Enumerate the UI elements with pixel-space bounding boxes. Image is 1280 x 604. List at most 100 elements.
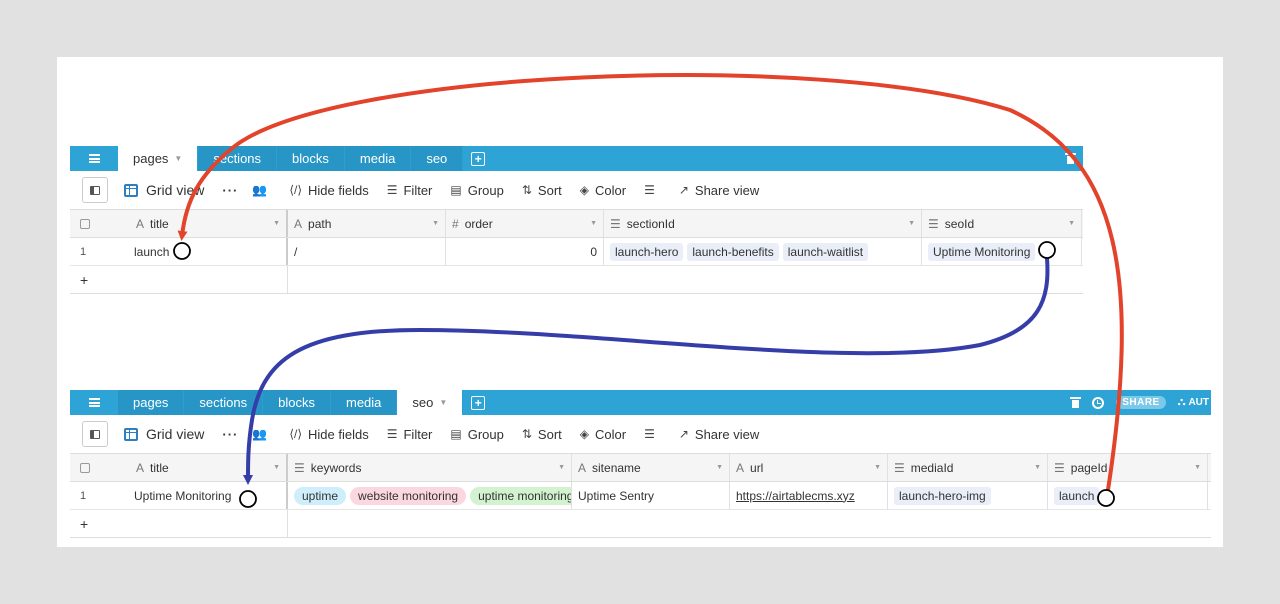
sort-button[interactable]: ⇅ Sort — [522, 427, 562, 442]
chevron-down-icon[interactable]: ▼ — [174, 154, 182, 163]
group-button[interactable]: ▤ Group — [450, 427, 503, 442]
mediaid-cell[interactable]: launch-hero-img — [888, 482, 1048, 509]
keyword-tag[interactable]: website monitoring — [350, 486, 467, 505]
chevron-down-icon[interactable]: ▼ — [558, 464, 565, 471]
chevron-down-icon[interactable]: ▼ — [908, 220, 915, 227]
tab-media[interactable]: media — [330, 390, 398, 415]
menu-icon[interactable] — [70, 390, 118, 415]
keyword-tag[interactable]: uptime monitoring — [470, 486, 571, 505]
more-options-icon[interactable]: ··· — [222, 183, 238, 198]
chevron-down-icon[interactable]: ▼ — [1068, 220, 1075, 227]
linked-record-chip[interactable]: launch-waitlist — [782, 242, 869, 261]
chevron-down-icon[interactable]: ▼ — [273, 464, 280, 471]
title-cell[interactable]: launch — [130, 238, 288, 265]
tab-blocks[interactable]: blocks — [263, 390, 331, 415]
column-header-pageid[interactable]: ☰ pageId ▼ — [1048, 454, 1208, 481]
select-all-cell[interactable] — [70, 454, 130, 481]
column-header-order[interactable]: # order ▼ — [446, 210, 604, 237]
url-link[interactable]: https://airtablecms.xyz — [736, 489, 855, 503]
linked-record-chip[interactable]: launch-hero-img — [894, 486, 991, 505]
tab-pages[interactable]: pages ▼ — [118, 146, 199, 171]
add-table-icon[interactable]: + — [471, 151, 486, 166]
tab-sections[interactable]: sections — [198, 146, 278, 171]
chevron-down-icon[interactable]: ▼ — [439, 398, 447, 407]
group-button[interactable]: ▤ Group — [450, 183, 503, 198]
column-header-keywords[interactable]: ☰ keywords ▼ — [288, 454, 572, 481]
tab-seo[interactable]: seo ▼ — [397, 390, 464, 415]
table-row[interactable]: 1 launch / 0 launch-hero launch-benefits… — [70, 238, 1083, 266]
add-row[interactable]: + — [70, 510, 1211, 538]
keyword-tag[interactable]: uptime — [294, 486, 347, 505]
linked-record-chip[interactable]: launch-hero — [610, 242, 684, 261]
chevron-down-icon[interactable]: ▼ — [1034, 464, 1041, 471]
view-switcher[interactable]: Grid view — [124, 426, 204, 442]
url-cell[interactable]: https://airtablecms.xyz — [730, 482, 888, 509]
sectionid-cell[interactable]: launch-hero launch-benefits launch-waitl… — [604, 238, 922, 265]
share-view-button[interactable]: ↗ Share view — [679, 427, 759, 442]
collaborators-icon[interactable]: 👥 — [252, 427, 267, 441]
button-label: Sort — [537, 182, 562, 198]
tab-media[interactable]: media — [344, 146, 412, 171]
column-header-title[interactable]: Atitle ▼ — [130, 454, 288, 481]
header-row: Atitle ▼ Apath ▼ # order ▼ ☰ sectionId ▼ ☰ seoI… — [70, 210, 1083, 238]
row-height-button[interactable]: ☰ — [644, 427, 661, 441]
keywords-cell[interactable]: uptime website monitoring uptime monitor… — [288, 482, 572, 509]
column-header-mediaid[interactable]: ☰ mediaId ▼ — [888, 454, 1048, 481]
menu-icon[interactable] — [70, 146, 118, 171]
sort-button[interactable]: ⇅ Sort — [522, 183, 562, 198]
add-table-icon[interactable]: + — [471, 395, 486, 410]
column-header-sitename[interactable]: Asitename ▼ — [572, 454, 730, 481]
checkbox[interactable] — [80, 218, 90, 229]
linked-record-chip[interactable]: launch-benefits — [687, 242, 779, 261]
checkbox[interactable] — [80, 462, 90, 473]
table-row[interactable]: 1 Uptime Monitoring uptime website monit… — [70, 482, 1211, 510]
seoid-cell[interactable]: Uptime Monitoring — [922, 238, 1082, 265]
automations-button[interactable]: ⛬ AUT — [1178, 396, 1209, 409]
column-header-title[interactable]: Atitle ▼ — [130, 210, 288, 237]
color-button[interactable]: ◈ Color — [580, 427, 626, 442]
add-row-button[interactable]: + — [70, 510, 288, 537]
row-height-button[interactable]: ☰ — [644, 183, 661, 197]
title-cell[interactable]: Uptime Monitoring — [130, 482, 288, 509]
pageid-cell[interactable]: launch — [1048, 482, 1208, 509]
filter-button[interactable]: ☰ Filter — [387, 427, 433, 442]
sidebar-toggle-button[interactable] — [82, 177, 108, 203]
share-button[interactable]: SHARE — [1116, 396, 1166, 409]
path-cell[interactable]: / — [288, 238, 446, 265]
tab-seo[interactable]: seo — [411, 146, 464, 171]
color-button[interactable]: ◈ Color — [580, 183, 626, 198]
hide-fields-button[interactable]: ⟨/⟩ Hide fields — [289, 427, 368, 442]
group-icon: ▤ — [450, 183, 462, 197]
linked-record-chip[interactable]: Uptime Monitoring — [928, 242, 1036, 261]
filter-button[interactable]: ☰ Filter — [387, 183, 433, 198]
hide-fields-button[interactable]: ⟨/⟩ Hide fields — [289, 183, 368, 198]
trash-icon[interactable] — [1070, 397, 1082, 408]
column-header-sectionid[interactable]: ☰ sectionId ▼ — [604, 210, 922, 237]
order-cell[interactable]: 0 — [446, 238, 604, 265]
history-icon[interactable] — [1092, 396, 1105, 409]
collaborators-icon[interactable]: 👥 — [252, 183, 267, 197]
more-options-icon[interactable]: ··· — [222, 427, 238, 442]
column-header-path[interactable]: Apath ▼ — [288, 210, 446, 237]
share-view-button[interactable]: ↗ Share view — [679, 183, 759, 198]
sitename-cell[interactable]: Uptime Sentry — [572, 482, 730, 509]
chevron-down-icon[interactable]: ▼ — [716, 464, 723, 471]
tab-pages[interactable]: pages — [118, 390, 185, 415]
tab-sections[interactable]: sections — [184, 390, 264, 415]
sidebar-toggle-button[interactable] — [82, 421, 108, 447]
trash-icon[interactable] — [1065, 153, 1076, 164]
add-row-button[interactable]: + — [70, 266, 288, 293]
button-label: Hide fields — [308, 426, 369, 442]
column-header-url[interactable]: Aurl ▼ — [730, 454, 888, 481]
chevron-down-icon[interactable]: ▼ — [590, 220, 597, 227]
view-switcher[interactable]: Grid view — [124, 182, 204, 198]
add-row[interactable]: + — [70, 266, 1083, 294]
chevron-down-icon[interactable]: ▼ — [874, 464, 881, 471]
chevron-down-icon[interactable]: ▼ — [1194, 464, 1201, 471]
linked-record-chip[interactable]: launch — [1054, 486, 1100, 505]
column-header-seoid[interactable]: ☰ seoId ▼ — [922, 210, 1082, 237]
chevron-down-icon[interactable]: ▼ — [273, 220, 280, 227]
select-all-cell[interactable] — [70, 210, 130, 237]
tab-blocks[interactable]: blocks — [277, 146, 345, 171]
chevron-down-icon[interactable]: ▼ — [432, 220, 439, 227]
